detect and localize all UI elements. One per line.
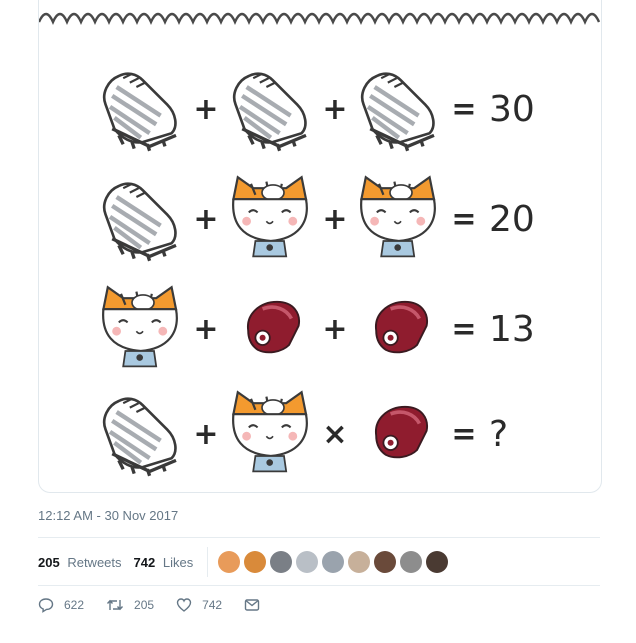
operator-sign: + — [322, 92, 347, 127]
tweet-timestamp[interactable]: 12:12 AM - 30 Nov 2017 — [38, 508, 178, 523]
like-button[interactable]: 742 — [176, 597, 222, 613]
stats-separator — [207, 547, 209, 577]
operator-sign: + — [322, 202, 347, 237]
retweet-button[interactable]: 205 — [106, 597, 154, 613]
retweets-count: 205 — [38, 554, 60, 570]
message-button[interactable] — [244, 598, 270, 612]
avatar[interactable] — [400, 551, 423, 573]
reply-count: 622 — [64, 598, 85, 612]
avatar[interactable] — [374, 551, 397, 573]
liker-avatars — [218, 551, 452, 573]
operator-sign: + — [193, 417, 218, 452]
equals-sign: = — [451, 417, 476, 452]
equation-result: ? — [489, 414, 508, 455]
heart-icon — [176, 598, 192, 612]
likes-count: 742 — [133, 554, 156, 570]
whistle-icon — [374, 404, 429, 460]
reply-icon — [38, 598, 54, 613]
shoe-icon — [104, 399, 176, 476]
tweet-stats: 205 Retweets 742 Likes — [38, 547, 452, 577]
operator-sign: × — [322, 417, 347, 452]
shoe-icon — [104, 74, 176, 151]
equals-sign: = — [451, 202, 476, 237]
cat-icon — [102, 286, 178, 368]
retweets-stat[interactable]: 205 Retweets — [38, 555, 122, 570]
equals-sign: = — [451, 92, 476, 127]
equation-result: 13 — [489, 309, 535, 350]
shoe-icon — [104, 184, 176, 261]
whistle-icon — [246, 299, 301, 355]
retweets-label: Retweets — [67, 554, 122, 570]
divider — [38, 537, 600, 538]
equation-result: 20 — [489, 199, 535, 240]
tweet-actions: 622 205 742 — [38, 597, 292, 613]
operator-sign: + — [193, 202, 218, 237]
operator-sign: + — [193, 312, 218, 347]
avatar[interactable] — [426, 551, 449, 573]
message-icon — [244, 599, 260, 611]
cat-icon — [232, 176, 308, 258]
reply-button[interactable]: 622 — [38, 597, 84, 613]
tweet-media-image[interactable]: + + = 30 + + = 20 + + = 13 + × =? — [38, 0, 602, 493]
equation-result: 30 — [489, 89, 535, 130]
avatar[interactable] — [244, 551, 267, 573]
cat-icon — [360, 176, 436, 258]
avatar[interactable] — [218, 551, 241, 573]
operator-sign: + — [322, 312, 347, 347]
shoe-icon — [362, 74, 434, 151]
retweet-count: 205 — [134, 598, 155, 612]
operator-sign: + — [193, 92, 218, 127]
puzzle-illustration: + + = 30 + + = 20 + + = 13 + × =? — [39, 12, 601, 492]
like-count: 742 — [202, 598, 223, 612]
likes-stat[interactable]: 742 Likes — [134, 555, 194, 570]
equals-sign: = — [451, 312, 476, 347]
divider — [38, 585, 600, 586]
shoe-icon — [234, 74, 306, 151]
cat-icon — [232, 391, 308, 473]
avatar[interactable] — [322, 551, 345, 573]
spiral-binding — [39, 12, 601, 25]
avatar[interactable] — [348, 551, 371, 573]
avatar[interactable] — [270, 551, 293, 573]
likes-label: Likes — [162, 554, 194, 570]
avatar[interactable] — [296, 551, 319, 573]
retweet-icon — [107, 599, 124, 611]
whistle-icon — [374, 299, 429, 355]
